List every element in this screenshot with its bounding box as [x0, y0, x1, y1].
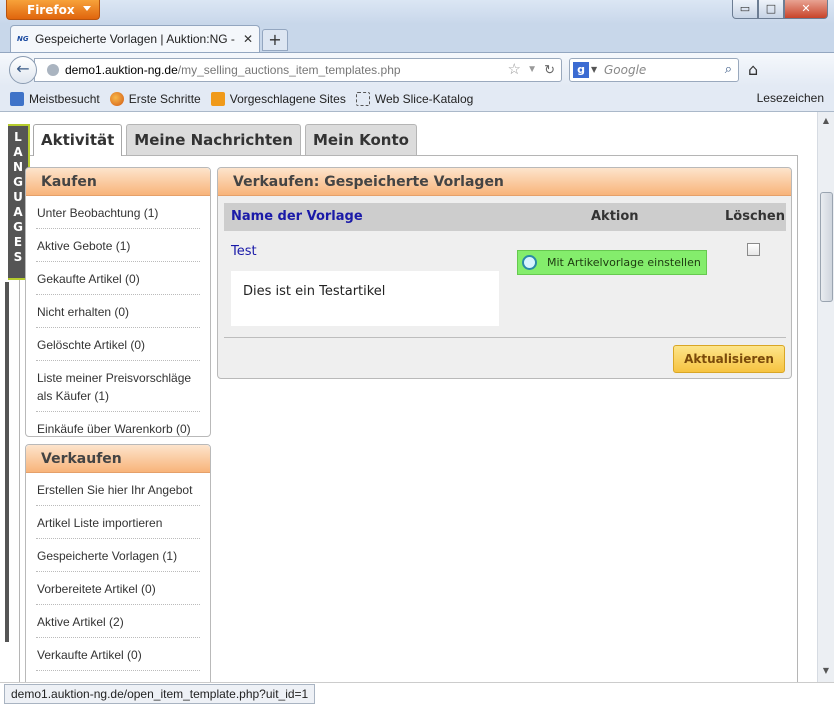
menu-item-preisvorschlaege[interactable]: Liste meiner Preisvorschläge als Käufer …	[36, 361, 200, 412]
window-titlebar: Firefox ▭ □ ✕	[0, 0, 834, 24]
template-description: Dies ist ein Testartikel	[231, 271, 499, 326]
verkaufen-menu: Erstellen Sie hier Ihr Angebot Artikel L…	[26, 473, 210, 703]
tab-title: Gespeicherte Vorlagen | Auktion:NG - Di.…	[35, 32, 239, 46]
refresh-icon	[522, 255, 537, 270]
kaufen-menu: Unter Beobachtung (1) Aktive Gebote (1) …	[26, 196, 210, 444]
bookmark-meistbesucht[interactable]: Meistbesucht	[10, 91, 100, 106]
menu-item-vorbereitete-artikel[interactable]: Vorbereitete Artikel (0)	[36, 572, 200, 605]
reload-icon[interactable]: ↻	[544, 59, 555, 81]
page-content: Aktivität Meine Nachrichten Mein Konto L…	[0, 112, 834, 704]
menu-item-unter-beobachtung[interactable]: Unter Beobachtung (1)	[36, 196, 200, 229]
firefox-menu-label: Firefox	[27, 3, 75, 17]
tab-bar: NG Gespeicherte Vorlagen | Auktion:NG - …	[0, 24, 834, 52]
search-engine-dropdown-icon[interactable]: ▼	[591, 59, 597, 81]
use-template-button[interactable]: Mit Artikelvorlage einstellen	[517, 250, 707, 275]
tab-mein-konto[interactable]: Mein Konto	[304, 124, 417, 155]
kaufen-panel: Kaufen Unter Beobachtung (1) Aktive Gebo…	[25, 167, 211, 437]
column-header-name[interactable]: Name der Vorlage	[231, 203, 363, 231]
search-icon[interactable]: ⌕	[725, 59, 732, 81]
maximize-button[interactable]: □	[758, 0, 784, 19]
use-template-label: Mit Artikelvorlage einstellen	[547, 256, 701, 269]
home-icon: ⌂	[748, 60, 759, 79]
url-path: /my_selling_auctions_item_templates.php	[177, 63, 401, 77]
languages-letter: A	[13, 145, 23, 159]
firefox-menu-button[interactable]: Firefox	[6, 0, 100, 20]
bookmark-star-icon[interactable]: ☆	[508, 59, 521, 81]
column-header-delete: Löschen	[725, 209, 785, 224]
verkaufen-heading: Verkaufen	[26, 445, 210, 473]
template-name-link[interactable]: Test	[231, 244, 257, 259]
menu-item-gekaufte-artikel[interactable]: Gekaufte Artikel (0)	[36, 262, 200, 295]
menu-item-artikel-liste-importieren[interactable]: Artikel Liste importieren	[36, 506, 200, 539]
status-url: demo1.auktion-ng.de/open_item_template.p…	[4, 684, 316, 704]
divider	[224, 337, 786, 338]
status-bar: demo1.auktion-ng.de/open_item_template.p…	[0, 682, 834, 708]
menu-item-einkaeufe-warenkorb[interactable]: Einkäufe über Warenkorb (0)	[36, 412, 200, 444]
vertical-scrollbar[interactable]: ▲ ▼	[817, 112, 834, 682]
new-tab-button[interactable]: +	[262, 29, 288, 51]
google-icon[interactable]: g	[573, 62, 589, 78]
menu-item-verkaufte-artikel[interactable]: Verkaufte Artikel (0)	[36, 638, 200, 671]
bookmark-label: Vorgeschlagene Sites	[229, 91, 346, 106]
browser-tab[interactable]: NG Gespeicherte Vorlagen | Auktion:NG - …	[10, 25, 260, 52]
bookmark-label: Meistbesucht	[29, 91, 100, 106]
templates-heading: Verkaufen: Gespeicherte Vorlagen	[218, 168, 791, 196]
column-header-action: Aktion	[591, 209, 639, 224]
bookmarks-menu-label: Lesezeichen	[756, 91, 824, 105]
search-placeholder: Google	[604, 63, 647, 77]
navigation-toolbar: demo1.auktion-ng.de/my_selling_auctions_…	[0, 52, 834, 86]
url-host: demo1.auktion-ng.de	[65, 63, 178, 77]
back-arrow-icon: ←	[16, 59, 30, 78]
home-button[interactable]: ⌂	[748, 60, 758, 79]
window-controls: ▭ □ ✕	[732, 0, 828, 19]
back-button[interactable]: ←	[9, 56, 37, 84]
menu-item-geloeschte-artikel[interactable]: Gelöschte Artikel (0)	[36, 328, 200, 361]
account-tabs: Aktivität Meine Nachrichten Mein Konto	[33, 124, 421, 156]
scroll-down-icon[interactable]: ▼	[820, 666, 832, 678]
site-favicon-icon: NG	[17, 35, 29, 43]
menu-item-nicht-erhalten[interactable]: Nicht erhalten (0)	[36, 295, 200, 328]
tab-meine-nachrichten[interactable]: Meine Nachrichten	[126, 124, 301, 155]
bookmarks-toolbar: Meistbesucht Erste Schritte Vorgeschlage…	[0, 86, 834, 112]
delete-checkbox[interactable]	[747, 243, 760, 256]
kaufen-heading: Kaufen	[26, 168, 210, 196]
menu-item-angebot-erstellen[interactable]: Erstellen Sie hier Ihr Angebot	[36, 473, 200, 506]
suggested-sites-icon	[210, 91, 225, 106]
firefox-icon	[109, 91, 124, 106]
menu-item-aktive-artikel[interactable]: Aktive Artikel (2)	[36, 605, 200, 638]
verkaufen-panel: Verkaufen Erstellen Sie hier Ihr Angebot…	[25, 444, 211, 704]
chevron-down-icon	[83, 6, 91, 11]
search-input[interactable]: g ▼ Google ⌕	[569, 58, 739, 82]
scrollbar-thumb[interactable]	[820, 192, 833, 302]
languages-rail	[5, 282, 9, 642]
bookmark-folder-icon	[10, 91, 24, 106]
close-window-button[interactable]: ✕	[784, 0, 828, 19]
bookmark-label: Erste Schritte	[128, 91, 201, 106]
minimize-button[interactable]: ▭	[732, 0, 758, 19]
scroll-up-icon[interactable]: ▲	[820, 116, 832, 128]
update-button[interactable]: Aktualisieren	[673, 345, 785, 373]
url-dropdown-icon[interactable]: ▼	[527, 59, 537, 81]
web-slice-icon	[355, 91, 370, 106]
tab-close-icon[interactable]: ✕	[243, 32, 253, 46]
globe-icon	[47, 64, 59, 76]
templates-table-header: Name der Vorlage Aktion Löschen	[224, 203, 786, 231]
tab-aktivitaet[interactable]: Aktivität	[33, 124, 123, 156]
menu-item-gespeicherte-vorlagen[interactable]: Gespeicherte Vorlagen (1)	[36, 539, 200, 572]
bookmark-erste-schritte[interactable]: Erste Schritte	[109, 91, 201, 106]
url-bar[interactable]: demo1.auktion-ng.de/my_selling_auctions_…	[34, 58, 562, 82]
bookmark-vorgeschlagene-sites[interactable]: Vorgeschlagene Sites	[210, 91, 346, 106]
bookmarks-menu-button[interactable]: Lesezeichen	[757, 91, 824, 105]
languages-letter: L	[14, 130, 22, 144]
bookmark-web-slice-katalog[interactable]: Web Slice-Katalog	[355, 91, 474, 106]
templates-panel: Verkaufen: Gespeicherte Vorlagen Name de…	[217, 167, 792, 379]
bookmark-label: Web Slice-Katalog	[374, 91, 474, 106]
menu-item-aktive-gebote[interactable]: Aktive Gebote (1)	[36, 229, 200, 262]
